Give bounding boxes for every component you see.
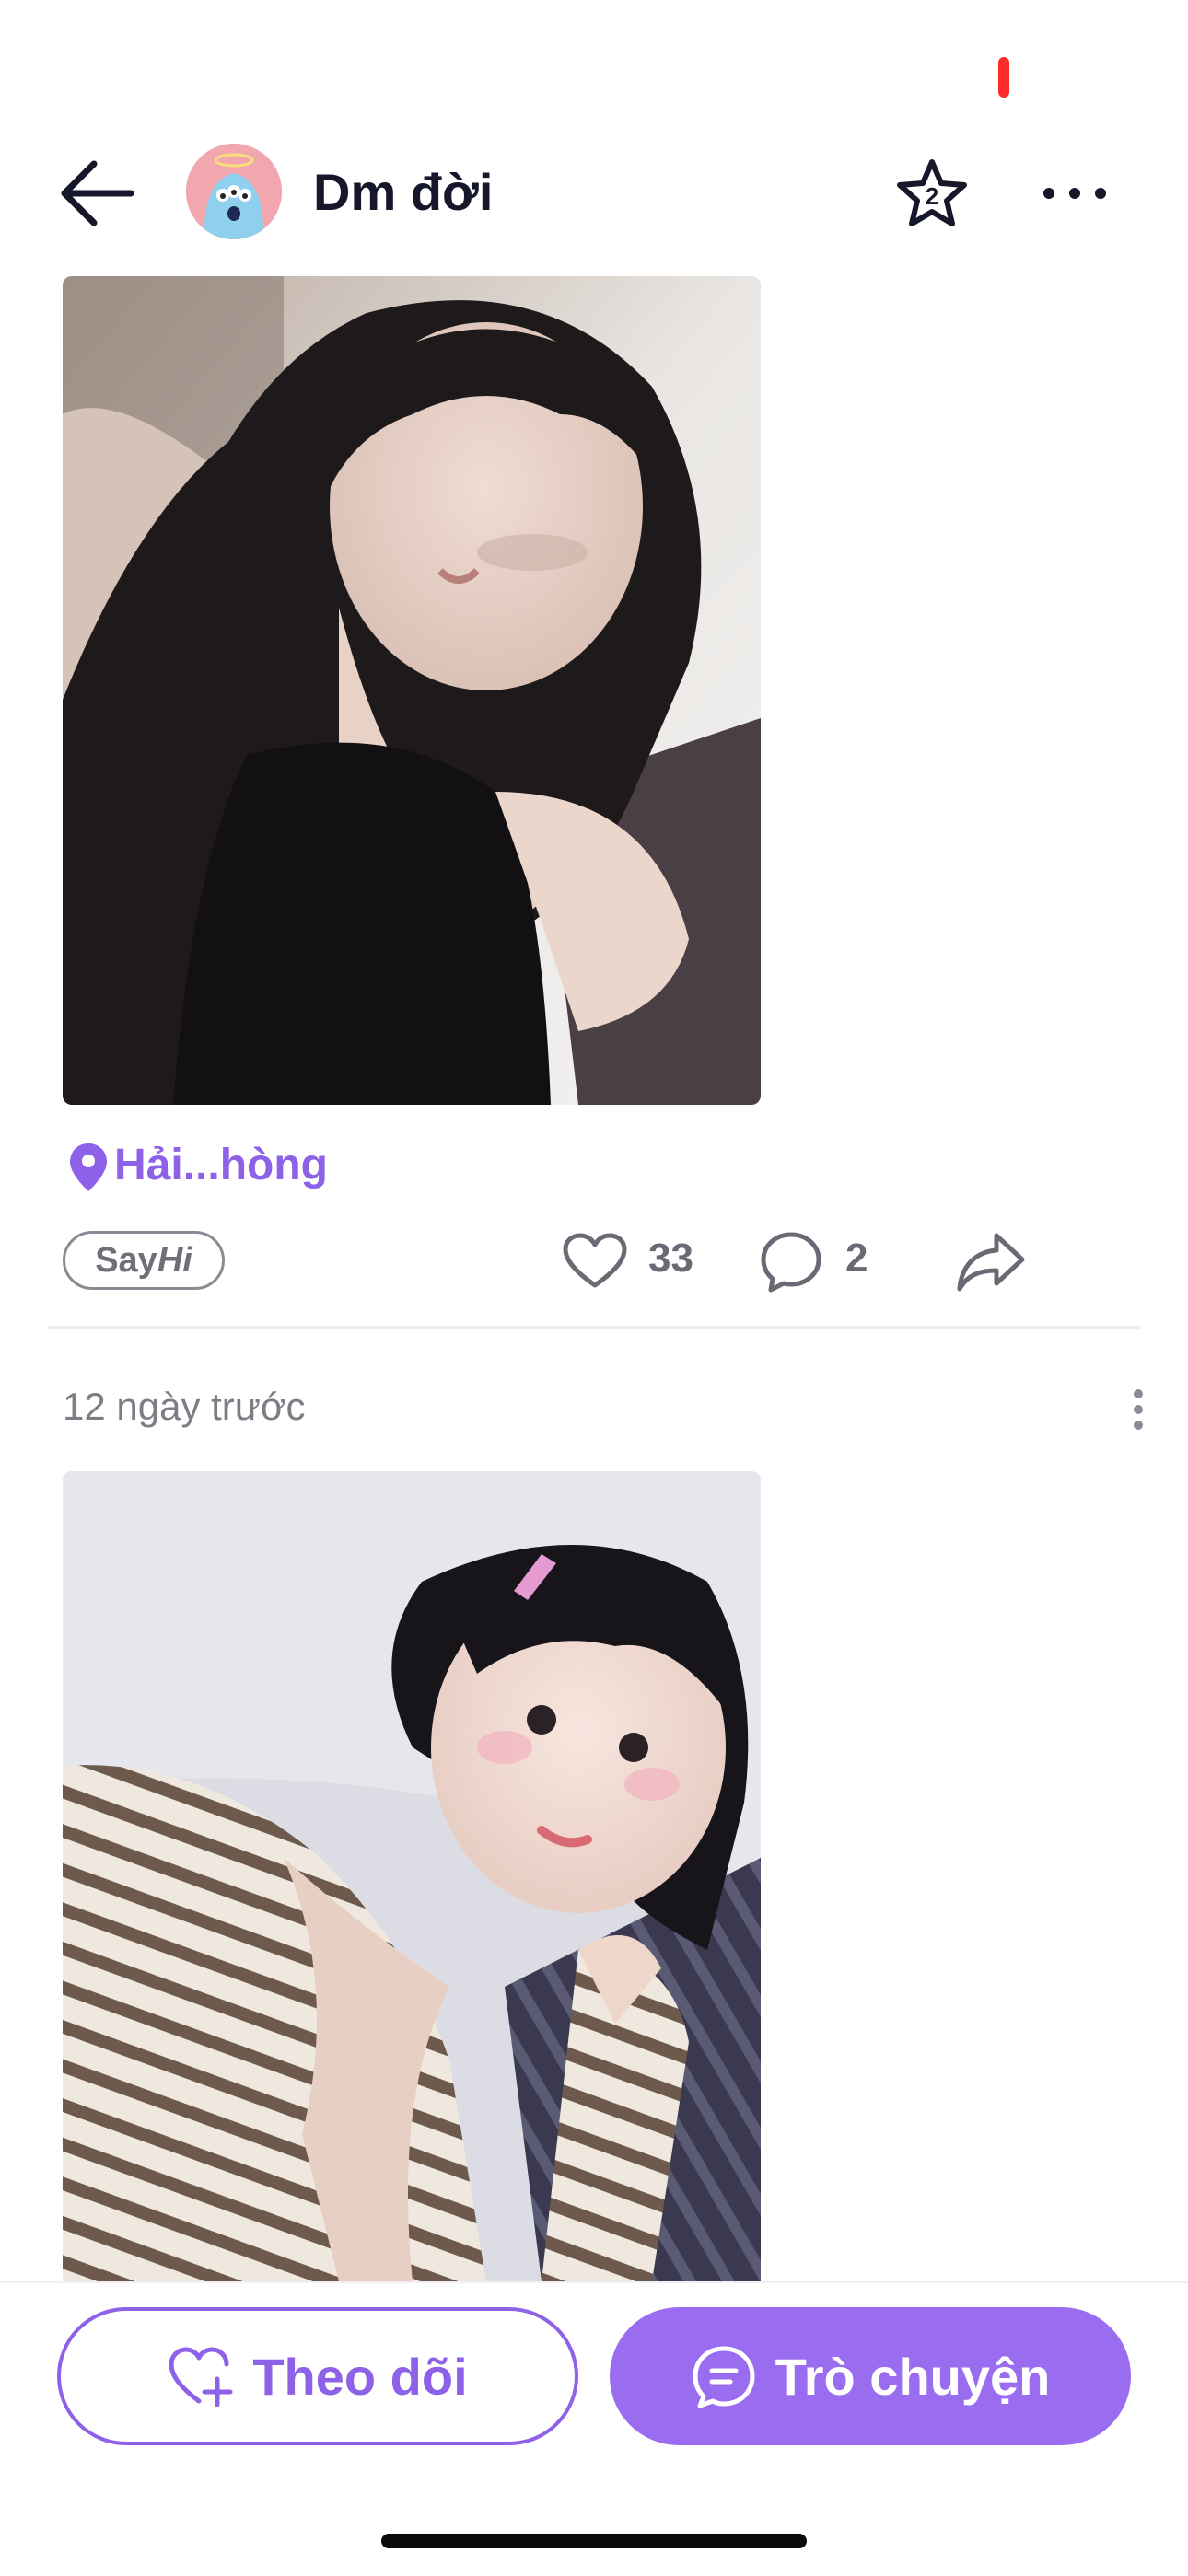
sayhi-button[interactable]: Say Hi <box>63 1231 225 1290</box>
more-vertical-icon <box>1134 1389 1143 1430</box>
follow-label: Theo dõi <box>252 2347 468 2406</box>
avatar[interactable] <box>186 144 282 239</box>
selfie-photo-1 <box>63 276 761 1105</box>
post-timestamp: 12 ngày trước <box>63 1385 306 1428</box>
recording-indicator <box>998 57 1009 98</box>
post-photo[interactable] <box>63 276 761 1105</box>
post-menu-button[interactable] <box>1127 1387 1149 1433</box>
follow-button[interactable]: Theo dõi <box>57 2307 578 2445</box>
star-badge: 2 <box>926 182 938 210</box>
chat-button[interactable]: Trò chuyện <box>610 2307 1131 2445</box>
chat-label: Trò chuyện <box>775 2347 1051 2406</box>
comment-count: 2 <box>845 1236 868 1281</box>
post-divider <box>48 1326 1140 1329</box>
location-link[interactable]: Hải...hòng <box>114 1140 328 1190</box>
back-arrow-icon <box>61 160 134 226</box>
more-button[interactable] <box>1041 184 1109 203</box>
share-button[interactable] <box>956 1230 1026 1294</box>
location-pin-icon <box>68 1142 109 1193</box>
heart-plus-icon <box>169 2347 233 2407</box>
share-arrow-icon <box>957 1233 1025 1292</box>
post-photo[interactable] <box>63 1471 761 2281</box>
comment-button[interactable] <box>759 1230 823 1294</box>
sayhi-hi: Hi <box>157 1240 192 1280</box>
more-horizontal-icon <box>1043 188 1106 199</box>
comment-bubble-icon <box>761 1232 821 1293</box>
star-icon: 2 <box>897 159 967 226</box>
like-count: 33 <box>648 1236 693 1281</box>
chat-bubble-icon <box>693 2346 755 2408</box>
sayhi-say: Say <box>95 1240 157 1280</box>
selfie-photo-2 <box>63 1471 761 2281</box>
like-button[interactable] <box>562 1232 628 1291</box>
back-button[interactable] <box>57 157 136 230</box>
heart-icon <box>563 1233 627 1288</box>
page-title: Dm đời <box>313 163 494 221</box>
monster-avatar-icon <box>186 144 282 239</box>
home-indicator[interactable] <box>381 2534 807 2548</box>
favorite-button[interactable]: 2 <box>895 157 969 230</box>
